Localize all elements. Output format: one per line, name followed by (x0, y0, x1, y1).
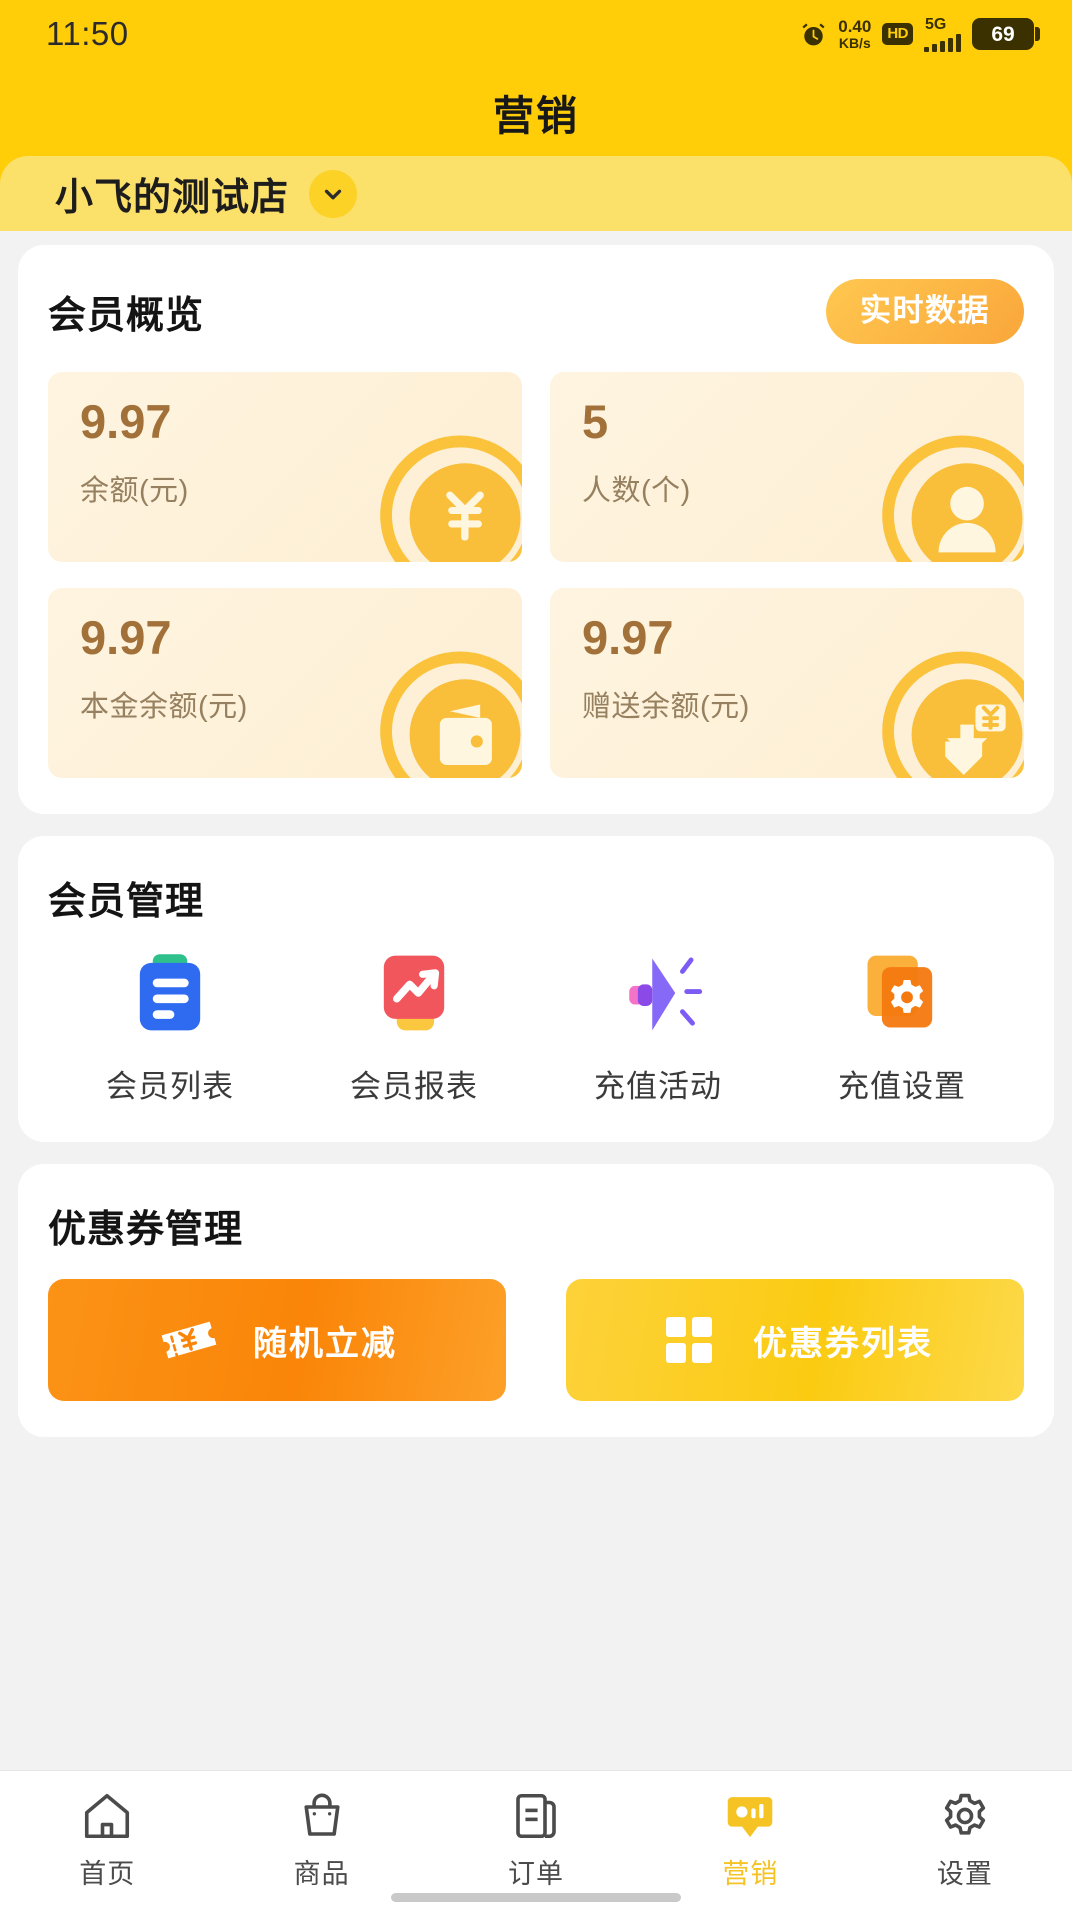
order-doc-icon (509, 1789, 563, 1843)
tab-products[interactable]: 商品 (214, 1789, 428, 1891)
grid-squares-icon (657, 1308, 721, 1372)
tab-label: 商品 (293, 1859, 350, 1889)
coupon-button-row: 随机立减 优惠券列表 (48, 1279, 1024, 1401)
battery-level: 69 (991, 22, 1015, 46)
member-report-entry[interactable]: 会员报表 (292, 947, 536, 1106)
gear-icon (938, 1789, 992, 1843)
netspeed-value: 0.40 (838, 17, 872, 37)
tab-home[interactable]: 首页 (0, 1789, 214, 1891)
gift-yen-coin-icon (878, 644, 1024, 778)
tab-label: 营销 (722, 1859, 779, 1889)
stat-card-member-count[interactable]: 5 人数(个) (550, 372, 1024, 562)
tab-orders[interactable]: 订单 (429, 1789, 643, 1891)
app-header: 11:50 0.40 KB/s HD 5G 69 营销 (0, 0, 1072, 156)
signal-bar-group (924, 33, 961, 52)
netspeed-unit: KB/s (838, 34, 871, 51)
home-indicator (391, 1893, 681, 1902)
coupon-button-label: 随机立减 (253, 1324, 397, 1363)
network-speed: 0.40 KB/s (838, 18, 871, 50)
clipboard-list-icon (124, 947, 216, 1039)
recharge-activity-entry[interactable]: 充值活动 (536, 947, 780, 1106)
store-name: 小飞的测试店 (55, 177, 290, 219)
wallet-coin-icon (376, 644, 522, 778)
home-icon (80, 1789, 134, 1843)
ticket-yen-icon (157, 1308, 221, 1372)
marketing-icon (723, 1789, 777, 1843)
scroll-content: 会员概览 实时数据 9.97 余额(元) 5 人数(个) 9.97 本金余额(元… (0, 231, 1072, 1770)
alarm-clock-icon (800, 21, 827, 48)
trend-chart-icon (368, 947, 460, 1039)
chevron-down-icon[interactable] (309, 169, 358, 218)
member-list-entry[interactable]: 会员列表 (48, 947, 292, 1106)
status-bar: 11:50 0.40 KB/s HD 5G 69 (0, 0, 1072, 68)
tab-settings[interactable]: 设置 (858, 1789, 1072, 1891)
bottom-tab-bar: 首页 商品 订单 营销 设置 (0, 1770, 1072, 1912)
tab-label: 订单 (508, 1859, 565, 1889)
network-type-label: 5G (925, 15, 947, 33)
coupon-management-card: 优惠券管理 随机立减 优惠券列表 (18, 1164, 1054, 1437)
tab-marketing[interactable]: 营销 (643, 1789, 857, 1891)
tab-label: 设置 (936, 1859, 993, 1889)
realtime-data-button[interactable]: 实时数据 (826, 279, 1024, 344)
recharge-settings-entry[interactable]: 充值设置 (780, 947, 1024, 1106)
person-coin-icon (878, 428, 1024, 562)
icon-label: 会员列表 (106, 1069, 234, 1104)
stat-card-gift-balance[interactable]: 9.97 赠送余额(元) (550, 588, 1024, 778)
coupon-list-button[interactable]: 优惠券列表 (566, 1279, 1024, 1401)
gear-layers-icon (856, 947, 948, 1039)
store-selector[interactable]: 小飞的测试店 (0, 156, 1072, 231)
yen-coin-icon (376, 428, 522, 562)
status-indicators: 0.40 KB/s HD 5G 69 (800, 15, 1040, 52)
stat-grid: 9.97 余额(元) 5 人数(个) 9.97 本金余额(元) 9.97 赠送余… (48, 372, 1024, 778)
coupon-management-title: 优惠券管理 (48, 1209, 244, 1251)
status-time: 11:50 (46, 15, 129, 52)
member-management-card: 会员管理 会员列表 会员报表 充值活动 充值设置 (18, 836, 1054, 1142)
stat-card-principal-balance[interactable]: 9.97 本金余额(元) (48, 588, 522, 778)
signal-bars-icon: 5G (924, 15, 961, 52)
page-title: 营销 (493, 93, 579, 139)
icon-label: 会员报表 (350, 1069, 478, 1104)
hd-badge: HD (882, 23, 913, 45)
random-discount-button[interactable]: 随机立减 (48, 1279, 506, 1401)
tab-label: 首页 (79, 1859, 136, 1889)
app-screen: 11:50 0.40 KB/s HD 5G 69 营销 小飞的测试店 会员概览 … (0, 0, 1072, 1912)
member-management-title: 会员管理 (48, 881, 205, 923)
store-selector-band: 小飞的测试店 (0, 156, 1072, 231)
icon-label: 充值活动 (594, 1069, 722, 1104)
member-overview-card: 会员概览 实时数据 9.97 余额(元) 5 人数(个) 9.97 本金余额(元… (18, 245, 1054, 814)
overview-title: 会员概览 (48, 295, 205, 337)
stat-card-balance[interactable]: 9.97 余额(元) (48, 372, 522, 562)
icon-label: 充值设置 (838, 1069, 966, 1104)
battery-indicator: 69 (972, 18, 1040, 50)
member-management-icon-row: 会员列表 会员报表 充值活动 充值设置 (48, 947, 1024, 1106)
bag-icon (295, 1789, 349, 1843)
coupon-button-label: 优惠券列表 (753, 1324, 933, 1363)
megaphone-icon (612, 947, 704, 1039)
overview-header: 会员概览 实时数据 (48, 279, 1024, 344)
